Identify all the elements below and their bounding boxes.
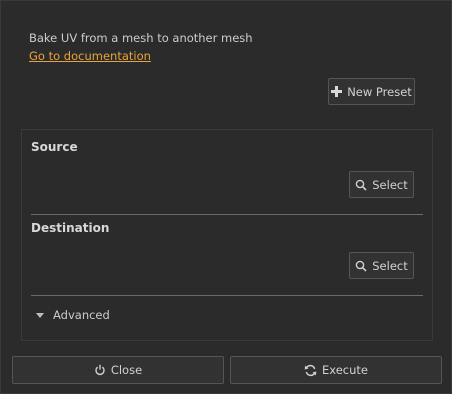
source-select-label: Select: [372, 177, 408, 192]
execute-button[interactable]: Execute: [230, 356, 442, 384]
documentation-link[interactable]: Go to documentation: [29, 49, 151, 63]
advanced-label: Advanced: [53, 308, 110, 322]
search-icon: [355, 179, 367, 191]
advanced-toggle[interactable]: Advanced: [36, 308, 110, 322]
destination-title: Destination: [31, 221, 110, 235]
new-preset-button[interactable]: New Preset: [328, 78, 415, 105]
caret-down-icon: [36, 312, 44, 318]
close-label: Close: [110, 363, 143, 377]
plus-icon: [331, 86, 343, 97]
search-icon: [355, 260, 367, 272]
execute-label: Execute: [322, 363, 368, 377]
section-divider: [31, 295, 423, 296]
source-select-button[interactable]: Select: [349, 171, 414, 198]
source-title: Source: [31, 140, 78, 154]
section-divider: [31, 214, 423, 215]
destination-select-button[interactable]: Select: [349, 252, 414, 279]
power-icon: [94, 364, 106, 376]
destination-select-label: Select: [372, 258, 408, 273]
refresh-icon: [304, 364, 317, 377]
tool-description: Bake UV from a mesh to another mesh: [29, 31, 253, 45]
close-button[interactable]: Close: [12, 356, 224, 384]
mesh-selection-panel: Source Select Destination Select Advance…: [21, 129, 433, 341]
new-preset-label: New Preset: [347, 84, 412, 99]
bake-uv-dialog: Bake UV from a mesh to another mesh Go t…: [0, 0, 452, 394]
